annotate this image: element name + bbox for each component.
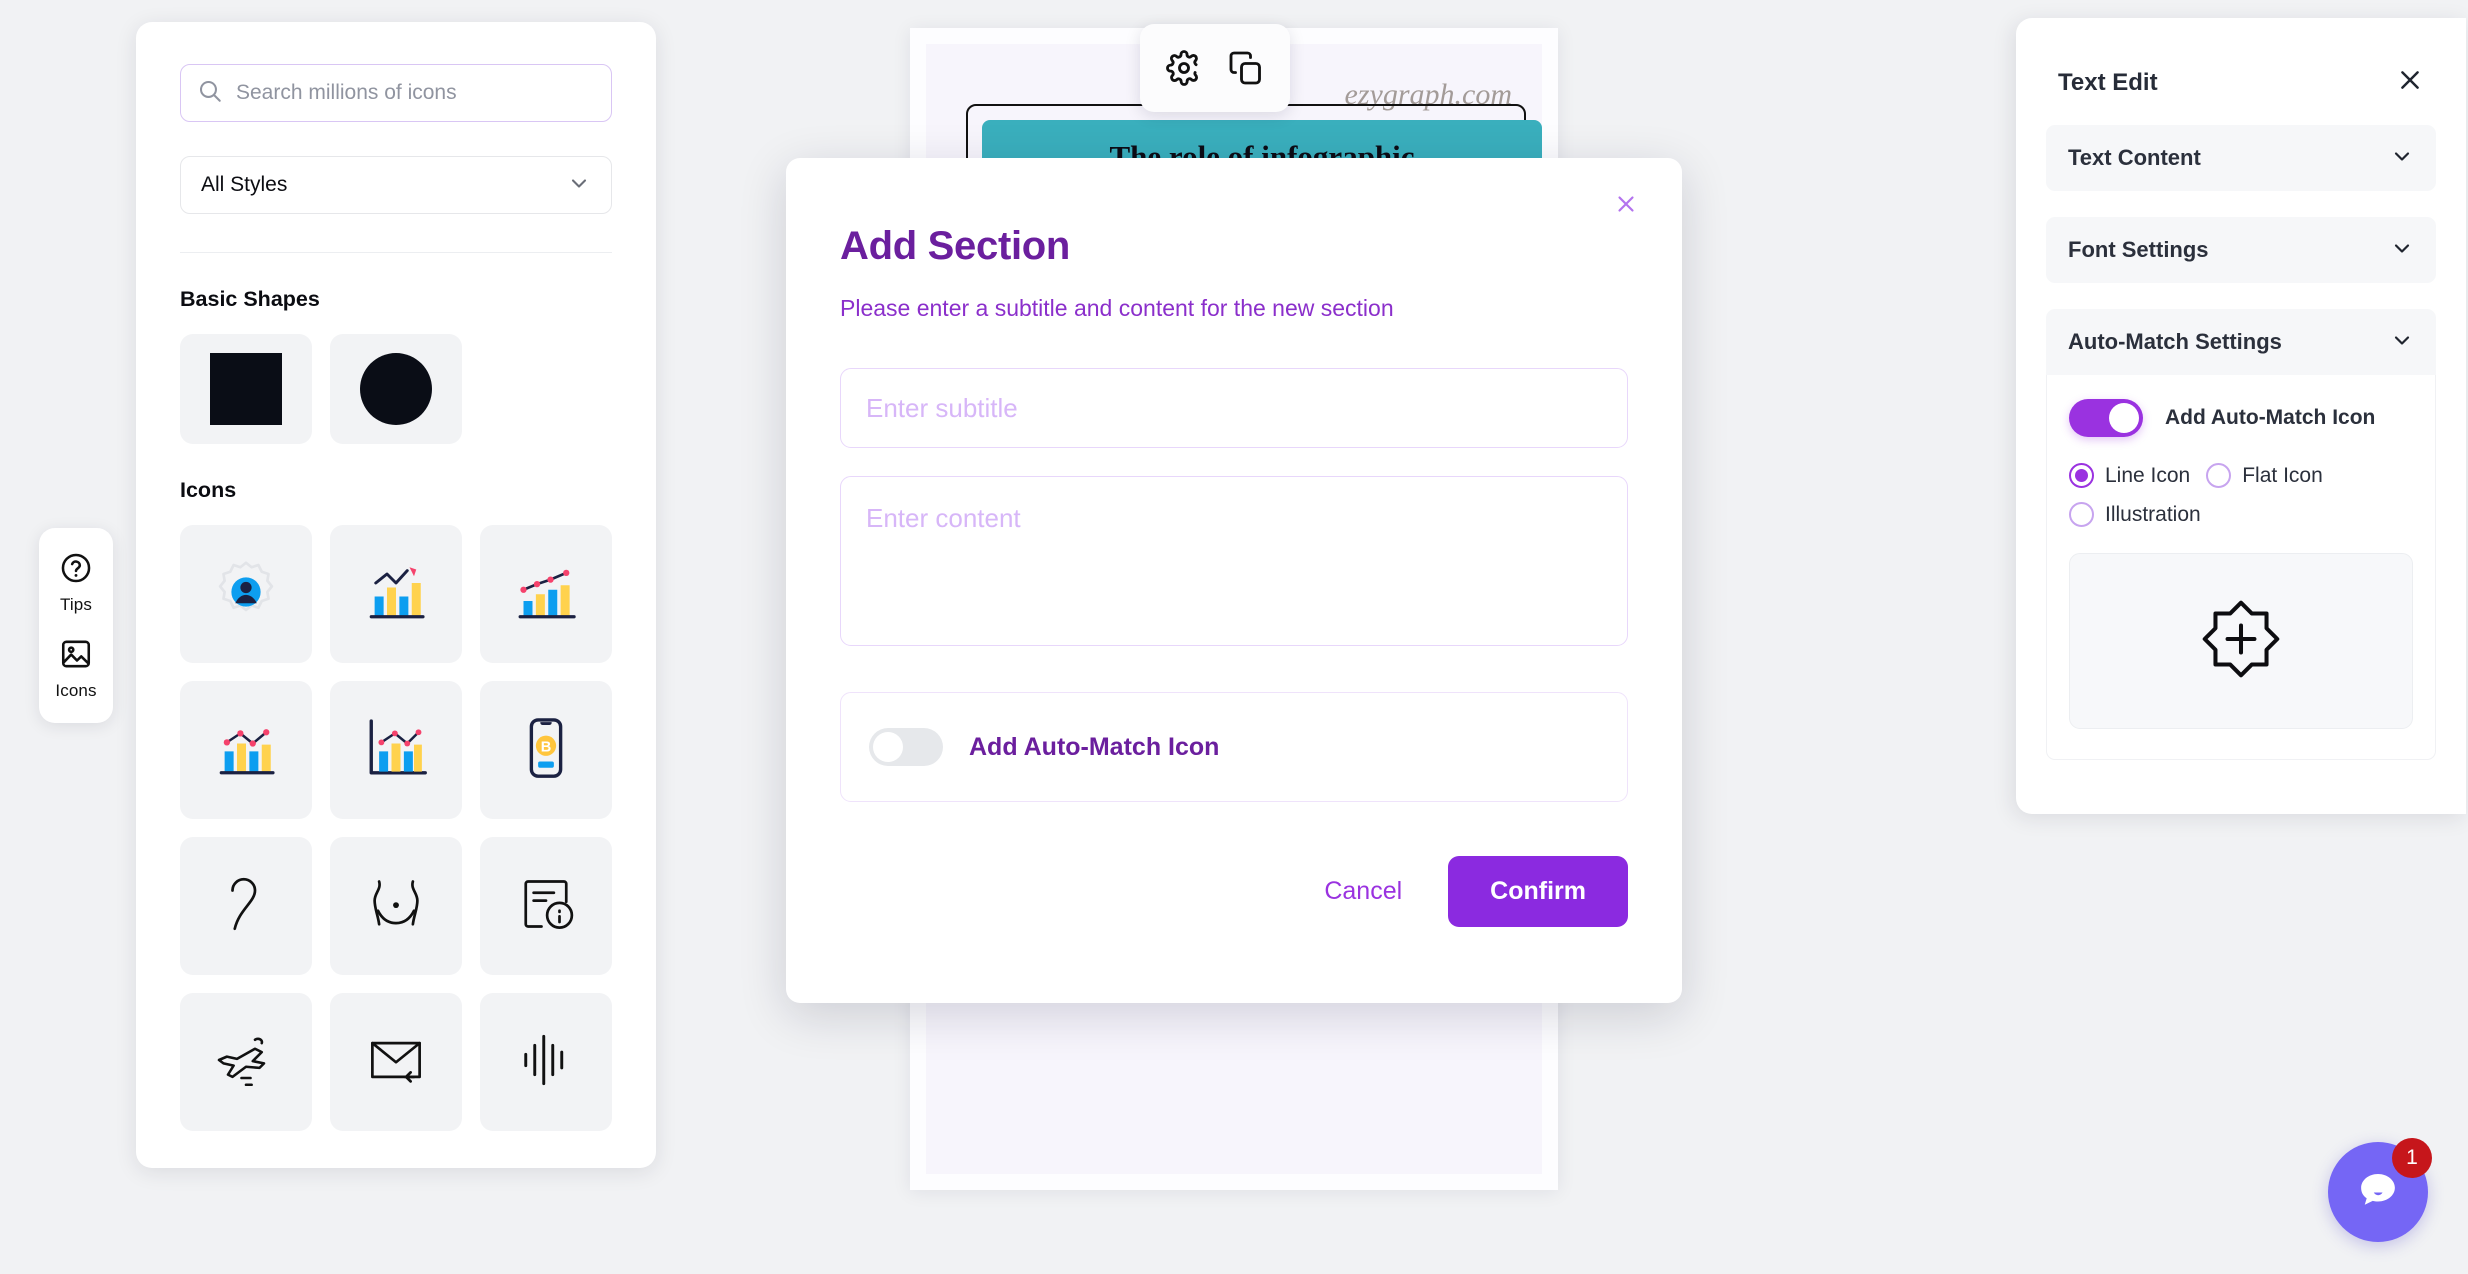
rail-item-icons[interactable]: Icons [55, 637, 96, 701]
chat-unread-badge: 1 [2392, 1138, 2432, 1178]
icons-grid: B [180, 525, 612, 1131]
user-settings-icon [210, 556, 282, 633]
left-rail: Tips Icons [39, 528, 113, 723]
modal-subtitle: Please enter a subtitle and content for … [840, 295, 1394, 321]
icon-tile[interactable] [330, 837, 462, 975]
question-circle-icon [59, 551, 93, 590]
circle-shape [360, 353, 432, 425]
modal-auto-match-toggle[interactable] [869, 728, 943, 766]
modal-auto-match-card: Add Auto-Match Icon [840, 692, 1628, 802]
radio-line-icon-label: Line Icon [2105, 463, 2191, 487]
icon-tile[interactable]: B [480, 681, 612, 819]
bar-chart-line-overlay-icon [210, 712, 282, 789]
envelope-reply-icon [360, 1024, 432, 1101]
accordion-font-settings[interactable]: Font Settings [2046, 217, 2436, 283]
icon-tile[interactable] [480, 525, 612, 663]
close-icon [1613, 191, 1639, 222]
search-icon [197, 78, 223, 109]
radio-flat-icon[interactable]: Flat Icon [2206, 463, 2323, 488]
gear-icon[interactable] [1166, 50, 1202, 86]
svg-text:B: B [541, 739, 552, 755]
auto-match-toggle[interactable] [2069, 399, 2143, 437]
search-input[interactable]: Search millions of icons [180, 64, 612, 122]
panel-divider [180, 252, 612, 253]
copy-icon[interactable] [1228, 50, 1264, 86]
radio-line-icon[interactable]: Line Icon [2069, 463, 2190, 488]
close-icon[interactable] [2396, 66, 2424, 99]
basic-shapes-grid [180, 334, 612, 444]
toggle-knob [2109, 403, 2139, 433]
icon-tile[interactable] [180, 837, 312, 975]
radio-illustration-label: Illustration [2105, 502, 2201, 526]
sound-wave-icon [510, 1024, 582, 1101]
add-burst-icon [2198, 596, 2284, 687]
radio-flat-icon-label: Flat Icon [2242, 463, 2323, 487]
auto-match-toggle-label: Add Auto-Match Icon [2165, 406, 2376, 429]
square-shape [210, 353, 282, 425]
search-input-placeholder: Search millions of icons [236, 81, 457, 104]
shape-tile-circle[interactable] [330, 334, 462, 444]
chevron-down-icon [2390, 144, 2414, 173]
icon-tile[interactable] [180, 525, 312, 663]
accordion-text-content[interactable]: Text Content [2046, 125, 2436, 191]
chat-widget-button[interactable]: 1 [2328, 1138, 2432, 1242]
app-root: ezygraph.com The role of infographic p .… [0, 0, 2468, 1274]
rail-item-tips[interactable]: Tips [59, 551, 93, 615]
shape-tile-square[interactable] [180, 334, 312, 444]
canvas-floating-toolbar [1140, 24, 1290, 112]
modal-close-button[interactable] [1608, 188, 1644, 224]
basic-shapes-title: Basic Shapes [180, 287, 320, 311]
icon-tile[interactable] [330, 993, 462, 1131]
document-info-icon [510, 868, 582, 945]
text-edit-title: Text Edit [2058, 68, 2158, 96]
accordion-font-settings-label: Font Settings [2068, 237, 2209, 262]
icon-tile[interactable] [180, 681, 312, 819]
rail-item-tips-label: Tips [60, 594, 92, 614]
chevron-down-icon [2390, 236, 2414, 265]
icon-tile[interactable] [180, 993, 312, 1131]
image-icon [59, 637, 93, 676]
radio-dot [2069, 502, 2094, 527]
icon-tile[interactable] [330, 525, 462, 663]
waist-belly-icon [360, 868, 432, 945]
auto-match-settings-panel: Add Auto-Match Icon Line Icon Flat Icon … [2046, 375, 2436, 760]
content-textarea[interactable]: Enter content [840, 476, 1628, 646]
text-edit-panel: Text Edit Text Content Font Settings Aut… [2016, 18, 2466, 814]
toggle-knob [873, 732, 903, 762]
add-section-modal: Add Section Please enter a subtitle and … [786, 158, 1682, 1003]
chevron-down-icon [2390, 328, 2414, 357]
bar-chart-trend-line-icon [510, 556, 582, 633]
modal-auto-match-label: Add Auto-Match Icon [969, 732, 1220, 761]
cancel-button[interactable]: Cancel [1294, 859, 1432, 924]
phone-bitcoin-icon: B [510, 712, 582, 789]
hook-cane-icon [210, 868, 282, 945]
bar-chart-growth-arrow-icon [360, 556, 432, 633]
bar-chart-axis-icon [360, 712, 432, 789]
icon-library-panel: Search millions of icons All Styles Basi… [136, 22, 656, 1168]
icon-style-radio-group: Line Icon Flat Icon Illustration [2069, 463, 2413, 527]
radio-illustration[interactable]: Illustration [2069, 502, 2413, 527]
content-textarea-placeholder: Enter content [866, 503, 1021, 533]
subtitle-input-placeholder: Enter subtitle [866, 392, 1018, 423]
radio-dot [2206, 463, 2232, 488]
style-filter-value: All Styles [201, 173, 288, 196]
airplane-takeoff-icon [210, 1024, 282, 1101]
rail-item-icons-label: Icons [55, 680, 97, 700]
icons-title: Icons [180, 478, 237, 502]
accordion-auto-match-settings-label: Auto-Match Settings [2068, 329, 2282, 354]
modal-title: Add Section [840, 224, 1071, 268]
accordion-auto-match-settings[interactable]: Auto-Match Settings [2046, 309, 2436, 375]
confirm-button[interactable]: Confirm [1448, 856, 1628, 927]
icon-tile[interactable] [480, 993, 612, 1131]
style-filter-select[interactable]: All Styles [180, 156, 612, 214]
radio-dot [2069, 463, 2094, 488]
accordion-text-content-label: Text Content [2068, 145, 2201, 170]
chevron-down-icon [567, 171, 591, 200]
subtitle-input[interactable]: Enter subtitle [840, 368, 1628, 448]
icon-tile[interactable] [480, 837, 612, 975]
add-icon-dropzone[interactable] [2069, 553, 2413, 729]
icon-tile[interactable] [330, 681, 462, 819]
